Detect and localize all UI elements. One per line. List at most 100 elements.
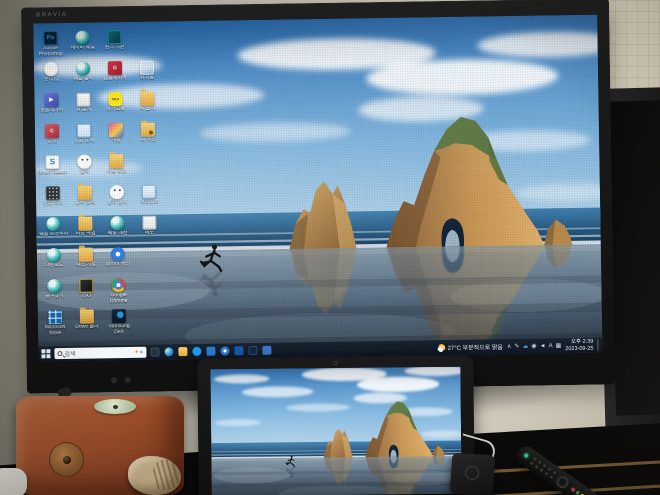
desktop-icon-whale[interactable]: 웨일 대전 — [102, 216, 132, 245]
icon-label: 한컴 타자 — [43, 200, 64, 207]
tray-pen[interactable]: ✎ — [514, 343, 519, 349]
tray-touch-keyboard[interactable]: ▦ — [556, 343, 562, 349]
taskbar-app-word[interactable] — [234, 346, 244, 356]
icon-label: 새 폴더 — [139, 106, 156, 112]
gomcam-icon: C — [44, 124, 60, 139]
pot-icon: ▶ — [44, 93, 59, 108]
tray-icons: ∧ ✎ ☁ ◉ ◄ A ▦ — [507, 343, 561, 350]
desktop-icon-folder[interactable]: 문서 정리 — [70, 185, 100, 214]
desktop-icon-pot[interactable]: ▶ 팟플레이어 — [36, 93, 66, 122]
icon-label: Microsoft Store — [44, 324, 66, 336]
tray-volume[interactable]: ◄ — [540, 343, 546, 349]
windows-desktop-screen: Ps Adobe Photoshop 네이버 웨일 원격 지원반디집 웨일 설치 G 곰플레… — [33, 14, 603, 362]
taskbar-app-edge[interactable] — [164, 347, 174, 357]
desktop-icon-folder[interactable]: 자료 모음 — [101, 154, 131, 183]
desktop-icon-kakao[interactable]: TALK 카카오톡 — [100, 92, 130, 121]
box-front-medallion — [49, 442, 84, 477]
desktop-icon-game[interactable]: 게임 — [101, 123, 131, 152]
desktop-icon-folderp[interactable]: 내 사진 — [133, 122, 163, 151]
taskbar-app-paint[interactable] — [262, 345, 272, 355]
show-desktop-button[interactable] — [597, 339, 600, 351]
icon-label: 웨일 대전 — [107, 230, 128, 237]
weather-widget[interactable]: 27°C 부분적으로 맑음 — [437, 342, 503, 352]
taskbar-app-naver[interactable] — [248, 345, 258, 356]
desktop-icon-cat[interactable]: 반디집 — [36, 62, 66, 91]
icon-label: 반디집 — [44, 76, 59, 83]
tv-box — [449, 452, 496, 495]
taskbar-app-mybox[interactable] — [206, 346, 216, 356]
taskbar-app-file-explorer[interactable] — [178, 347, 188, 357]
taskbar-app-twitter[interactable] — [192, 346, 202, 356]
start-button[interactable] — [41, 349, 51, 359]
desktop-icon-doc[interactable]: 새 문서 — [68, 92, 98, 121]
bluedoc-icon — [76, 123, 92, 138]
folder-icon — [77, 185, 93, 200]
game-icon — [108, 123, 124, 138]
icon-label: 원격 지원 — [104, 44, 125, 51]
photo-of-desk-setup: BRAVIA Ps Adobe Photoshop 네이버 웨일 원격 지원 반디집 웨일… — [0, 0, 660, 495]
icon-label: 예전 자료 — [76, 262, 96, 268]
desktop-icon-doc[interactable]: 메모 — [134, 215, 164, 244]
tray-security-shield[interactable]: ◉ — [531, 343, 536, 349]
tray-ime-korean[interactable]: A — [549, 343, 553, 349]
desktop-icon-whale[interactable]: 웨일 설치 — [68, 61, 98, 90]
desktop-icon-folder[interactable]: 사진 백업 — [70, 216, 100, 245]
desktop-icon-bluec2[interactable]: 네이버 백신 — [103, 247, 133, 276]
desktop-icon-whale[interactable]: 네이버 웨일 — [67, 30, 97, 59]
search-icon — [57, 351, 63, 357]
bravia-monitor: BRAVIA Ps Adobe Photoshop 네이버 웨일 원격 지원 반디집 웨일… — [21, 0, 615, 394]
trash-icon — [139, 60, 155, 75]
desktop-icon-samsung[interactable]: Samsung DeX — [104, 309, 134, 338]
desktop-icon-dkyellow[interactable]: ISO — [71, 278, 101, 307]
folder-icon — [140, 91, 155, 106]
desktop-icon-folder[interactable]: 예전 자료 — [71, 247, 101, 276]
icon-label: 즐겨찾기 — [45, 293, 64, 300]
tray-onedrive-cloud[interactable]: ☁ — [522, 343, 528, 349]
desktop-icon-gomcam[interactable]: C 곰캠 — [37, 124, 67, 153]
icon-label: ISO — [82, 293, 91, 299]
desktop-icon-whale[interactable]: 웨일 브라우저 — [38, 217, 68, 246]
taskbar-apps — [150, 345, 272, 357]
clock-date: 2023-09-25 — [565, 345, 594, 352]
dkyellow-icon — [79, 278, 94, 293]
desktop-icon-kbd[interactable]: 한컴 타자 — [38, 186, 68, 215]
remote-power-button — [523, 452, 529, 459]
box-top-disc — [94, 399, 136, 414]
tray-hidden-icons-chevron[interactable]: ∧ — [507, 343, 511, 349]
desktop-icon-sswitch[interactable]: S Smart Switch — [37, 155, 67, 184]
whale-icon — [75, 61, 91, 76]
desktop-icon-owl[interactable]: 알약 — [69, 154, 99, 183]
taskbar-app-photos[interactable] — [220, 346, 230, 356]
taskbar-clock[interactable]: 오후 2:39 2023-09-25 — [565, 339, 593, 352]
desktop-icon-trash[interactable]: 휴지통 — [132, 60, 162, 89]
desktop-icon-ps[interactable]: Ps Adobe Photoshop — [35, 31, 65, 60]
desktop-icon-folder[interactable]: 새 폴더 — [132, 91, 162, 120]
folder-icon — [78, 216, 93, 231]
icon-label: 알약 — [79, 169, 90, 175]
icon-label: 메모 — [144, 230, 155, 236]
desktop-icon-owl[interactable]: 알약 설치 — [102, 185, 132, 214]
icon-label: 웨일 설치 — [73, 76, 94, 82]
icon-label: Adobe Photoshop — [38, 45, 63, 57]
icon-label: 알약 설치 — [107, 199, 128, 206]
icon-label: Google Chrome — [109, 292, 128, 304]
desktop-icon-gom[interactable]: G 곰플레이어 — [100, 61, 130, 90]
desktop-icon-whale[interactable]: 즐겨찾기 — [39, 279, 69, 308]
secondary-monitor-screen — [607, 99, 660, 416]
doc-icon — [76, 92, 91, 107]
taskbar-app-snipping[interactable] — [150, 347, 160, 357]
desktop-icon-bluedoc[interactable]: 한글 문서 — [69, 123, 99, 152]
desktop-icon-winstore[interactable]: Microsoft Store — [40, 310, 70, 339]
folder-icon — [79, 309, 94, 324]
desktop-icon-folder[interactable]: Down 폴더 — [72, 309, 102, 338]
desktop-icon-bluedoc[interactable]: 개인정보 — [134, 184, 164, 213]
folder-icon — [78, 247, 94, 262]
laptop-screen — [210, 366, 462, 495]
desktop-icon-chrome[interactable]: Google Chrome — [103, 278, 133, 307]
whale-icon — [46, 248, 62, 263]
desktop-icon-whale[interactable]: 다운로드 — [39, 248, 69, 277]
search-box[interactable]: 검색 ✦✦ — [54, 346, 147, 360]
remote-color-buttons — [570, 486, 589, 495]
desktop-icon-tealapp[interactable]: 원격 지원 — [99, 30, 129, 59]
bezel-stickers — [110, 376, 161, 384]
